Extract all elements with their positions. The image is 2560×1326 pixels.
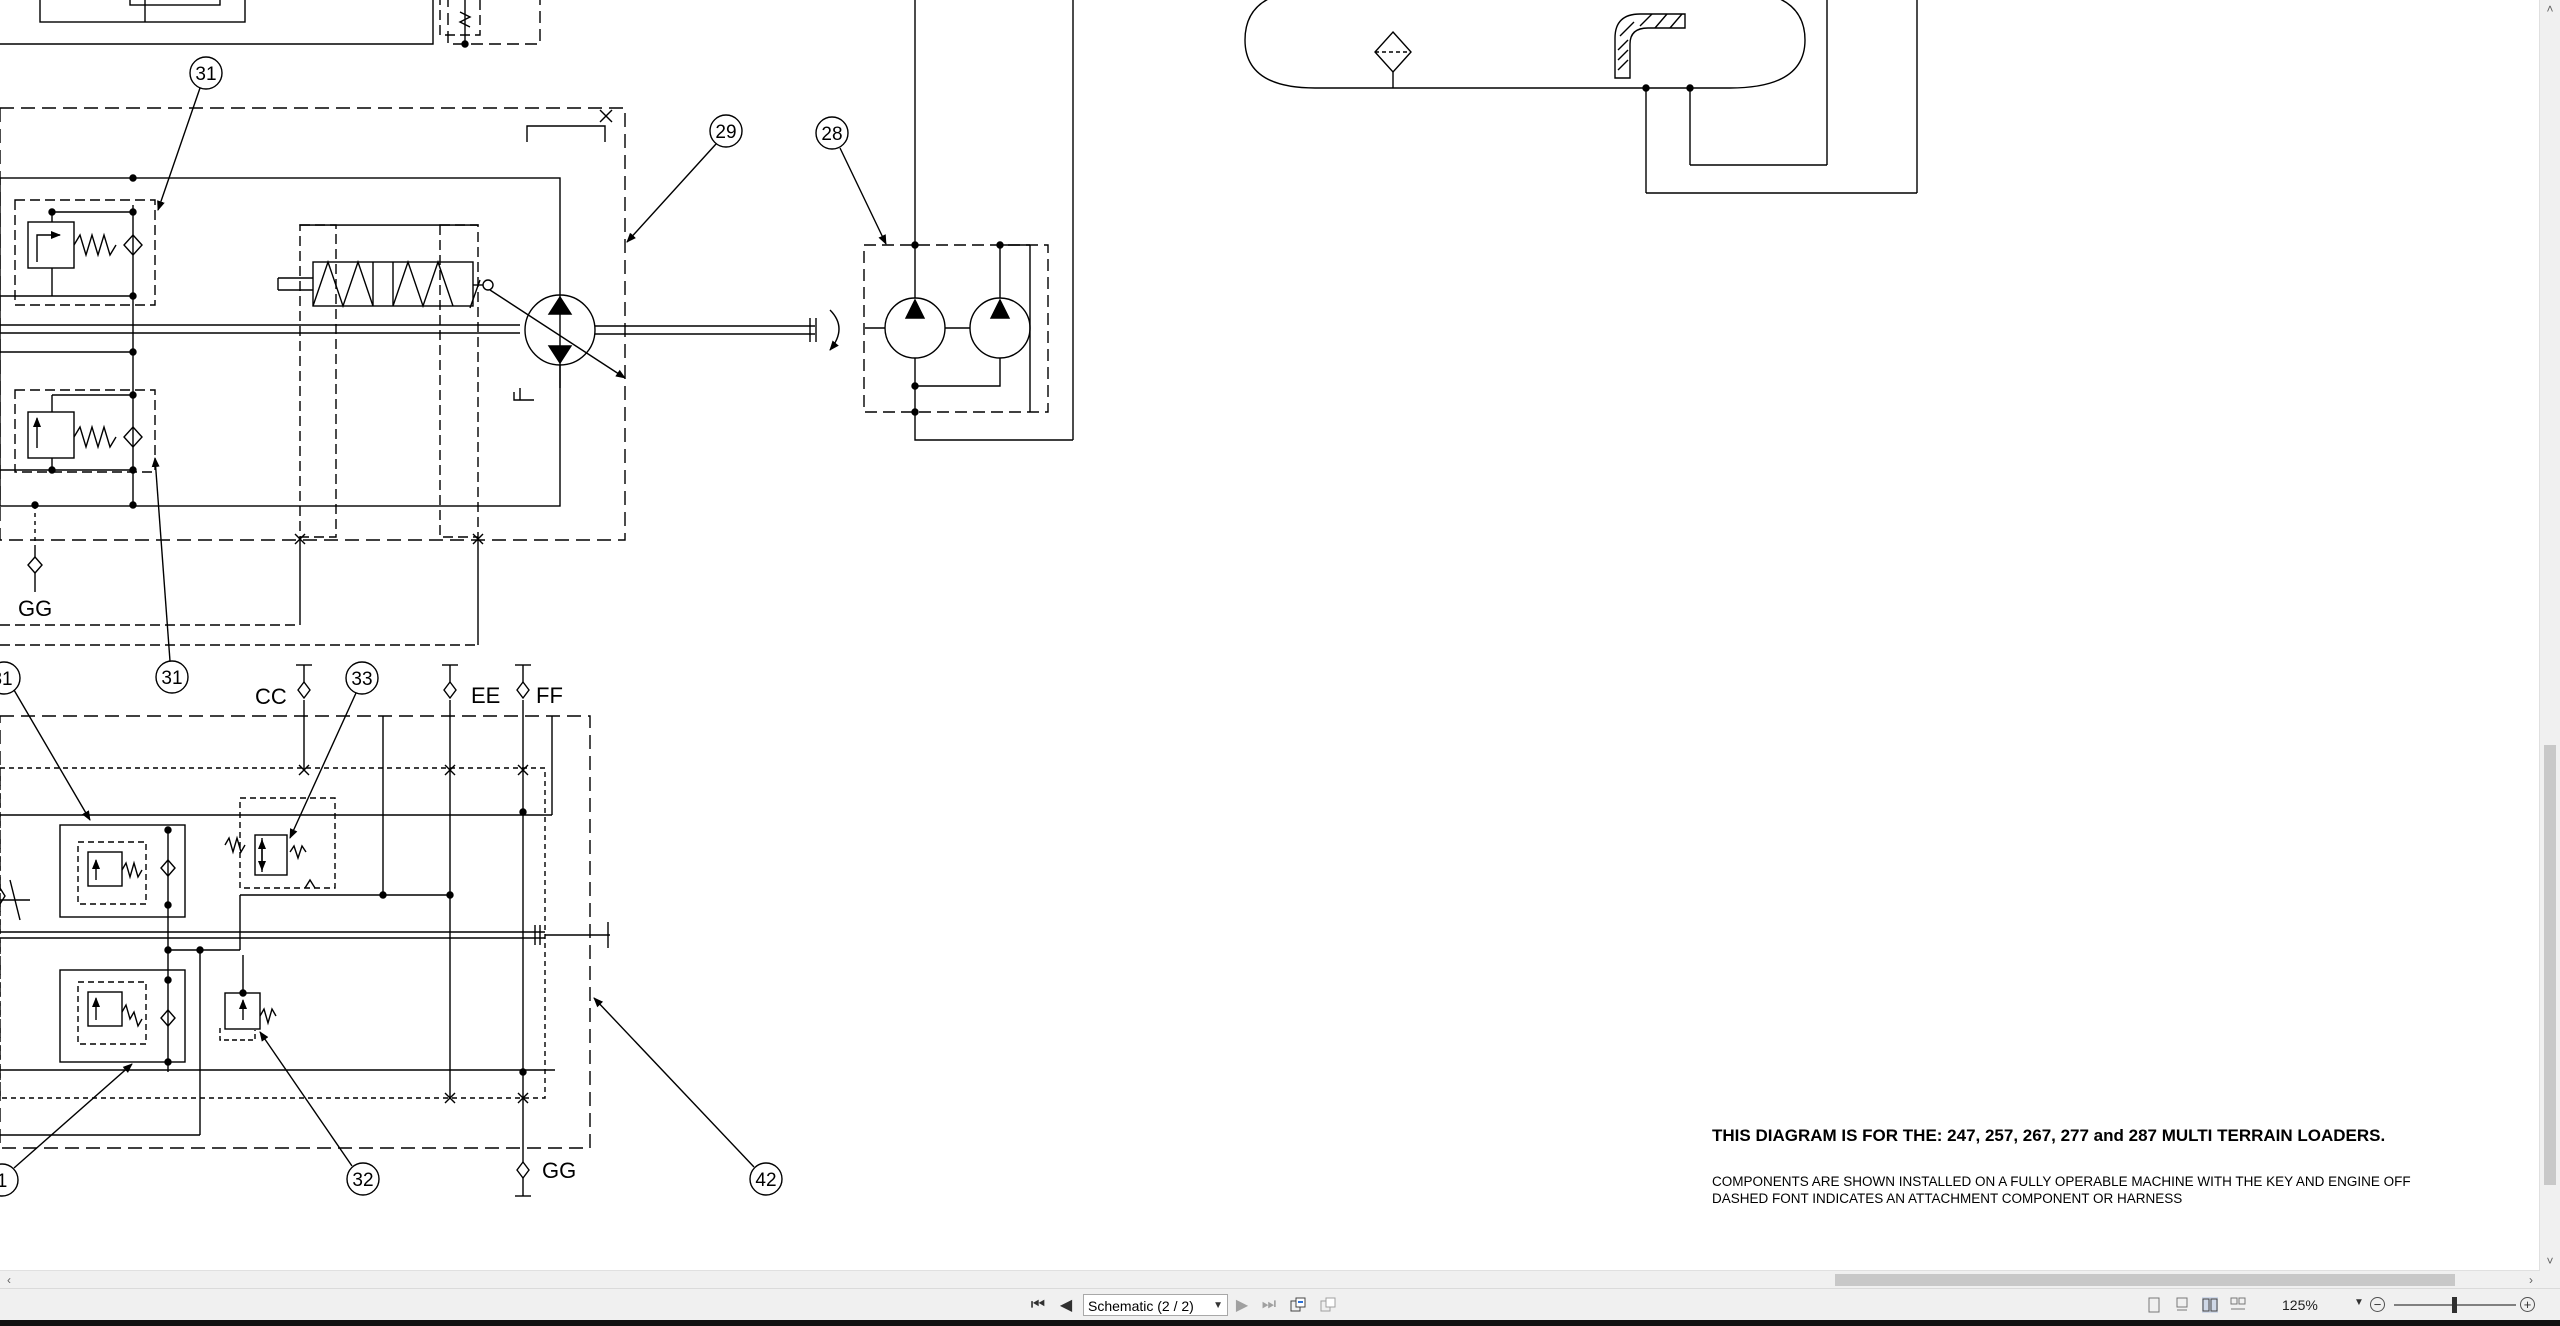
single-page-view-icon[interactable] (2146, 1297, 2162, 1313)
port-cc: CC (255, 684, 287, 709)
next-view-icon[interactable] (1320, 1297, 1336, 1313)
zoom-level[interactable]: 125% (2282, 1297, 2318, 1313)
continuous-facing-view-icon[interactable] (2230, 1297, 2246, 1313)
facing-view-icon[interactable] (2202, 1297, 2218, 1313)
zoom-in-icon[interactable]: + (2520, 1297, 2535, 1312)
callout-31-left-label: 31 (0, 669, 13, 690)
hydraulic-schematic: 31 29 28 31 33 31 32 42 1 GG CC EE FF GG (0, 0, 1918, 1197)
continuous-view-icon[interactable] (2174, 1297, 2190, 1313)
tank-outline (1244, 0, 1806, 89)
callout-29-label: 29 (715, 122, 736, 143)
port-gg-upper: GG (18, 596, 52, 621)
page-select-value: Schematic (2 / 2) (1088, 1298, 1194, 1314)
last-page-icon[interactable]: ⏭ (1258, 1293, 1280, 1317)
callout-42-label: 42 (755, 1170, 776, 1191)
prev-page-icon[interactable]: ◀ (1056, 1293, 1076, 1317)
vertical-scroll-thumb[interactable] (2544, 745, 2556, 1185)
status-bar: ⏮ ◀ Schematic (2 / 2) ▼ ▶ ⏭ 125% ▼ − + (0, 1288, 2560, 1321)
chevron-down-icon: ▼ (1213, 1300, 1223, 1311)
valve-housing (0, 177, 561, 507)
scroll-left-icon[interactable]: ‹ (0, 1271, 18, 1289)
document-viewport[interactable]: 31 29 28 31 33 31 32 42 1 GG CC EE FF GG… (0, 0, 2540, 1270)
port-ff: FF (536, 683, 563, 708)
callout-31-top-label: 31 (195, 64, 216, 85)
callout-32-label: 32 (352, 1170, 373, 1191)
next-page-icon[interactable]: ▶ (1232, 1293, 1252, 1317)
callout-31-mid-label: 31 (161, 668, 182, 689)
previous-view-icon[interactable] (1290, 1297, 1306, 1313)
components-note: COMPONENTS ARE SHOWN INSTALLED ON A FULL… (1712, 1174, 2411, 1189)
zoom-slider-thumb[interactable] (2452, 1297, 2457, 1313)
taskbar-edge (0, 1320, 2560, 1326)
zoom-out-icon[interactable]: − (2370, 1297, 2385, 1312)
scrollbar-corner (2540, 1270, 2560, 1288)
callout-31-bottom-label: 1 (0, 1171, 7, 1192)
valve-block-29 (0, 107, 626, 541)
scroll-down-icon[interactable]: ˅ (2540, 1252, 2560, 1270)
port-ee: EE (471, 683, 500, 708)
scroll-up-icon[interactable]: ˄ (2540, 0, 2560, 18)
first-page-icon[interactable]: ⏮ (1028, 1293, 1048, 1317)
callout-33-label: 33 (351, 669, 372, 690)
page-select[interactable]: Schematic (2 / 2) ▼ (1083, 1294, 1228, 1316)
horizontal-scrollbar[interactable]: ‹ › (0, 1270, 2540, 1289)
dashed-font-note: DASHED FONT INDICATES AN ATTACHMENT COMP… (1712, 1191, 2183, 1206)
horizontal-scroll-thumb[interactable] (1835, 1274, 2455, 1286)
diagram-applicability-note: THIS DIAGRAM IS FOR THE: 247, 257, 267, … (1712, 1126, 2386, 1145)
zoom-chevron-down-icon[interactable]: ▼ (2354, 1297, 2364, 1308)
vertical-scrollbar[interactable]: ˄ ˅ (2539, 0, 2560, 1270)
scroll-right-icon[interactable]: › (2522, 1271, 2540, 1289)
callout-28-label: 28 (821, 124, 842, 145)
top-component-box (39, 0, 246, 23)
port-gg-lower: GG (542, 1158, 576, 1183)
